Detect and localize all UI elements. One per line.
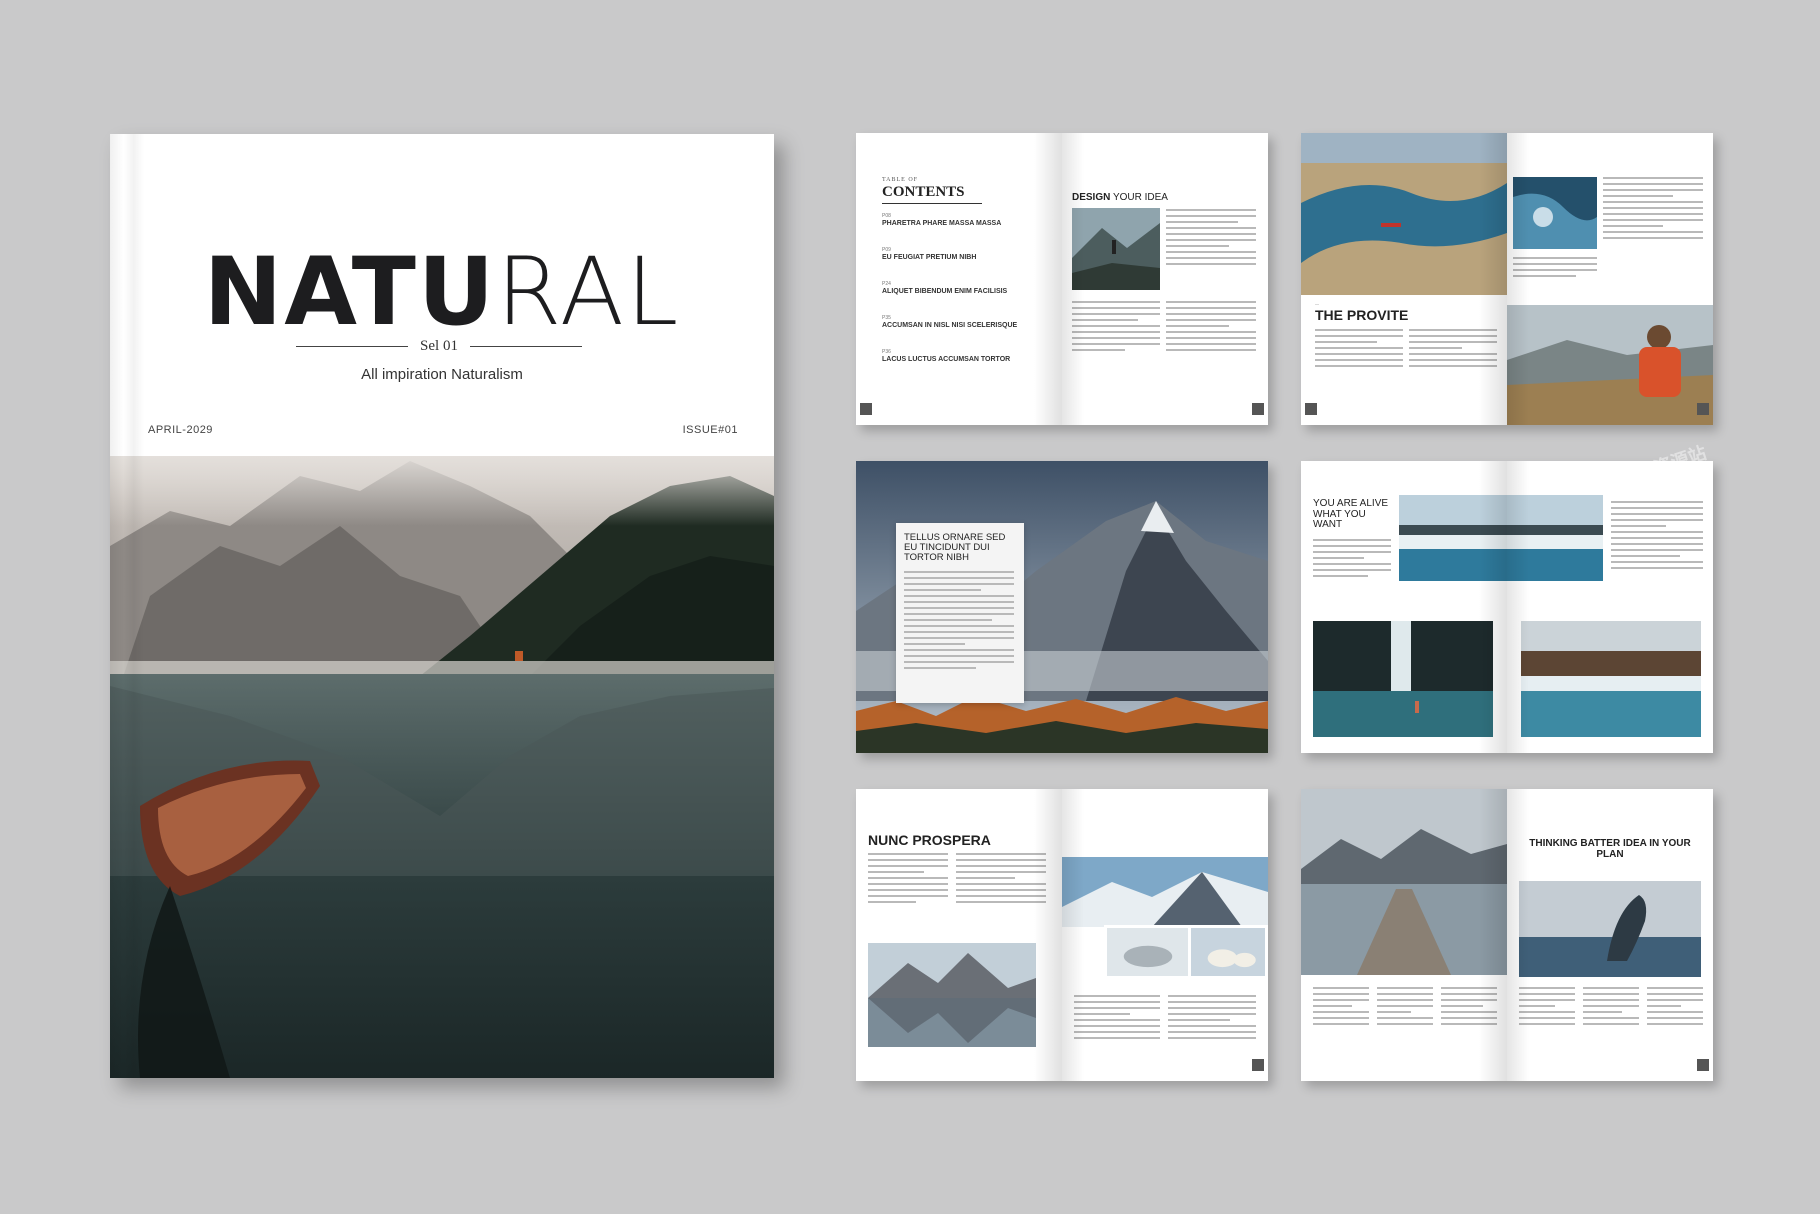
cover-issue: ISSUE#01 bbox=[682, 424, 738, 436]
magazine-cover: NATURAL Sel 01 All impiration Naturalism… bbox=[110, 134, 774, 1078]
page-thinking-left bbox=[1301, 789, 1507, 1081]
spread-the-provite: — THE PROVITE bbox=[1301, 133, 1713, 425]
page-provite-left: — THE PROVITE bbox=[1301, 133, 1507, 425]
nunc-heading: NUNC PROSPERA bbox=[868, 832, 991, 848]
cover-sel-row: Sel 01 bbox=[296, 338, 583, 355]
page-number-block bbox=[1697, 403, 1709, 415]
text-column bbox=[1166, 301, 1256, 355]
toc-num: P08 bbox=[882, 213, 891, 219]
photo-snowy-peaks bbox=[1062, 857, 1268, 927]
photo-woman-waterfall bbox=[1313, 621, 1493, 737]
photo-waterfall-wide-cont bbox=[1507, 495, 1603, 581]
provite-heading: THE PROVITE bbox=[1315, 307, 1409, 323]
page-provite-right bbox=[1507, 133, 1713, 425]
text-column bbox=[868, 853, 948, 907]
page-alive-left: YOU ARE ALIVE WHAT YOU WANT bbox=[1301, 461, 1507, 753]
photo-hiker-orange-jacket bbox=[1507, 305, 1713, 425]
page-number-block bbox=[1252, 1059, 1264, 1071]
toc-num: P35 bbox=[882, 315, 891, 321]
tellus-text-box: TELLUS ORNARE SED EU TINCIDUNT DUI TORTO… bbox=[896, 523, 1024, 703]
design-idea-heading: DESIGN YOUR IDEA bbox=[1072, 192, 1168, 203]
toc-title: CONTENTS bbox=[882, 184, 965, 200]
photo-ice-river bbox=[1513, 177, 1597, 249]
photo-hiker-mountain bbox=[1072, 208, 1160, 290]
spread-contents: TABLE OF CONTENTS P08 PHARETRA PHARE MAS… bbox=[856, 133, 1268, 425]
text-column bbox=[1315, 329, 1403, 371]
alive-heading: YOU ARE ALIVE WHAT YOU WANT bbox=[1313, 498, 1389, 530]
cover-title: NATURAL bbox=[203, 238, 681, 347]
text-column bbox=[1409, 329, 1497, 371]
text-column bbox=[1313, 987, 1369, 1029]
text-column bbox=[1513, 257, 1597, 281]
toc-item: ALIQUET BIBENDUM ENIM FACILISIS bbox=[882, 288, 1008, 295]
photo-waterfall-cascade bbox=[1521, 621, 1701, 737]
page-nunc-left: NUNC PROSPERA bbox=[856, 789, 1062, 1081]
photo-whale-breach bbox=[1519, 881, 1701, 977]
text-column bbox=[1519, 987, 1575, 1029]
toc-num: P36 bbox=[882, 349, 891, 355]
tellus-heading: TELLUS ORNARE SED EU TINCIDUNT DUI TORTO… bbox=[904, 532, 1006, 563]
photo-pier-lake bbox=[1301, 789, 1507, 975]
page-nunc-right bbox=[1062, 789, 1268, 1081]
thinking-heading: THINKING BATTER IDEA IN YOUR PLAN bbox=[1529, 838, 1691, 860]
text-column bbox=[1441, 987, 1497, 1029]
toc-num: P24 bbox=[882, 281, 891, 287]
toc-item: EU FEUGIAT PRETIUM NIBH bbox=[882, 254, 977, 261]
page-number-block bbox=[1697, 1059, 1709, 1071]
text-column bbox=[1074, 995, 1160, 1043]
text-column bbox=[1072, 301, 1160, 355]
text-column bbox=[1377, 987, 1433, 1029]
text-column bbox=[1166, 209, 1256, 269]
text-column bbox=[904, 571, 1014, 673]
page-number-block bbox=[1252, 403, 1264, 415]
spread-nunc-prospera: NUNC PROSPERA bbox=[856, 789, 1268, 1081]
spread-you-are-alive: YOU ARE ALIVE WHAT YOU WANT bbox=[1301, 461, 1713, 753]
page-toc: TABLE OF CONTENTS P08 PHARETRA PHARE MAS… bbox=[856, 133, 1062, 425]
text-column bbox=[1313, 539, 1391, 581]
photo-seal bbox=[1104, 925, 1192, 979]
toc-item: PHARETRA PHARE MASSA MASSA bbox=[882, 220, 1002, 227]
page-alive-right bbox=[1507, 461, 1713, 753]
spread-thinking: THINKING BATTER IDEA IN YOUR PLAN bbox=[1301, 789, 1713, 1081]
cover-photo-lake-boat bbox=[110, 456, 774, 1078]
toc-item: LACUS LUCTUS ACCUMSAN TORTOR bbox=[882, 356, 1011, 363]
text-column bbox=[1611, 501, 1703, 573]
photo-mountain-reflection bbox=[868, 943, 1036, 1047]
page-number-block bbox=[1305, 403, 1317, 415]
cover-sel: Sel 01 bbox=[420, 338, 458, 354]
page-thinking-right: THINKING BATTER IDEA IN YOUR PLAN bbox=[1507, 789, 1713, 1081]
toc-label: TABLE OF bbox=[882, 177, 919, 183]
text-column bbox=[956, 853, 1046, 907]
page-design-idea: DESIGN YOUR IDEA bbox=[1062, 133, 1268, 425]
photo-waterfall-wide bbox=[1399, 495, 1507, 581]
text-column bbox=[1647, 987, 1703, 1029]
toc-num: P09 bbox=[882, 247, 891, 253]
page-number-block bbox=[860, 403, 872, 415]
text-column bbox=[1168, 995, 1256, 1043]
toc-item: ACCUMSAN IN NISL NISI SCELERISQUE bbox=[882, 322, 1018, 329]
text-column bbox=[1603, 177, 1703, 243]
cover-subtitle: All impiration Naturalism bbox=[361, 366, 523, 383]
photo-river-kayak bbox=[1301, 133, 1507, 295]
text-column bbox=[1583, 987, 1639, 1029]
cover-date: APRIL-2029 bbox=[148, 424, 213, 436]
spread-tellus: TELLUS ORNARE SED EU TINCIDUNT DUI TORTO… bbox=[856, 461, 1268, 753]
photo-polar-bears bbox=[1188, 925, 1268, 979]
